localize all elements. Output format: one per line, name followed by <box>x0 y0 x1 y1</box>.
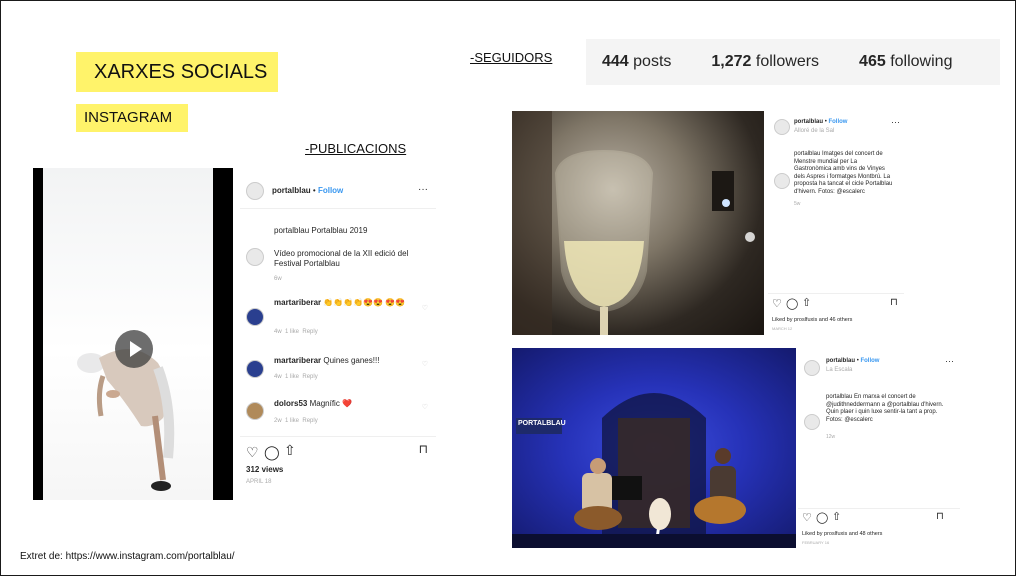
share-icon[interactable]: ⇧ <box>802 296 811 309</box>
play-button[interactable] <box>115 330 153 368</box>
profile-stats: 444 posts 1,272 followers 465 following <box>586 39 1000 85</box>
comment3-reply[interactable]: Reply <box>302 418 317 424</box>
caption-avatar <box>804 414 820 430</box>
more-options-icon[interactable]: ··· <box>945 356 954 366</box>
post3-follow-button[interactable]: Follow <box>860 358 879 364</box>
comment2-meta: 4w 1 like Reply <box>274 374 318 380</box>
publicacions-label: -PUBLICACIONS <box>305 141 407 156</box>
post3-date: FEBRUARY 16 <box>802 540 830 545</box>
heart-icon[interactable]: ♡ <box>802 511 812 524</box>
post2-panel: portalblau • Follow Alloré de la Sal ···… <box>768 111 964 335</box>
post2-username[interactable]: portalblau <box>794 119 823 125</box>
comment3-meta: 2w 1 like Reply <box>274 418 318 424</box>
caption-avatar <box>246 248 264 266</box>
source-note: Extret de: https://www.instagram.com/por… <box>20 551 235 562</box>
comment1-avatar[interactable] <box>246 308 264 326</box>
wine-glass-image <box>512 111 755 335</box>
post3-avatar[interactable] <box>804 360 820 376</box>
post1-video[interactable] <box>33 168 233 500</box>
concert-image <box>512 393 796 548</box>
post2-avatar[interactable] <box>774 119 790 135</box>
heart-icon[interactable]: ♡ <box>246 444 259 461</box>
post1-date: APRIL 18 <box>246 479 272 485</box>
post1-caption: Vídeo promocional de la XII edició del F… <box>274 249 409 268</box>
post1-caption-age: 6w <box>274 276 282 282</box>
caption-avatar <box>774 173 790 189</box>
post1-avatar[interactable] <box>246 182 264 200</box>
more-options-icon[interactable]: ··· <box>418 184 428 195</box>
post3-caption: portalblau En marxa el concert de @judit… <box>826 394 944 423</box>
post2-age: 5w <box>794 201 801 207</box>
slide-subtitle: INSTAGRAM <box>76 104 188 132</box>
post1-caption-title: portalblau Portalblau 2019 <box>274 226 368 235</box>
comment3: dolors53 Magnífic ❤️ <box>274 399 352 408</box>
post3-photo[interactable]: PORTALBLAU <box>512 348 796 548</box>
post3-location[interactable]: La Escala <box>826 367 852 373</box>
comment1-meta: 4w 1 like Reply <box>274 329 318 335</box>
divider <box>798 508 960 509</box>
comment-icon[interactable]: ◯ <box>264 444 280 461</box>
following-stat[interactable]: 465 following <box>859 53 952 71</box>
comment1: martariberar 👏👏👏👏😍😍 😍😍 <box>274 298 406 307</box>
post2-follow-button[interactable]: Follow <box>828 119 847 125</box>
post1-views: 312 views <box>246 465 284 474</box>
bookmark-icon[interactable]: ⊓ <box>936 511 944 522</box>
divider <box>240 208 436 209</box>
comment3-avatar[interactable] <box>246 402 264 420</box>
post3-username[interactable]: portalblau <box>826 358 855 364</box>
bookmark-icon[interactable]: ⊓ <box>419 442 428 456</box>
portalblau-banner: PORTALBLAU <box>518 420 566 427</box>
comment3-like-icon[interactable]: ♡ <box>422 403 428 411</box>
divider <box>768 293 904 294</box>
comment2: martariberar Quines ganes!!! <box>274 356 380 365</box>
post2-caption: portalblau Imatges del concert de Menstr… <box>794 151 893 195</box>
post1-panel: portalblau • Follow ··· portalblau Porta… <box>240 170 436 500</box>
share-icon[interactable]: ⇧ <box>832 510 841 523</box>
bookmark-icon[interactable]: ⊓ <box>890 297 898 308</box>
followers-stat[interactable]: 1,272 followers <box>711 53 819 71</box>
post2-location[interactable]: Alloré de la Sal <box>794 128 834 134</box>
post1-follow-button[interactable]: Follow <box>318 186 343 195</box>
post3-panel: portalblau • Follow La Escala ··· portal… <box>798 348 960 548</box>
post3-age: 12w <box>826 434 836 440</box>
post1-username[interactable]: portalblau <box>272 186 311 195</box>
share-icon[interactable]: ⇧ <box>284 442 296 459</box>
post1-header: portalblau • Follow ··· <box>240 180 436 202</box>
divider <box>240 436 436 437</box>
comment2-avatar[interactable] <box>246 360 264 378</box>
heart-icon[interactable]: ♡ <box>772 297 782 310</box>
posts-stat[interactable]: 444 posts <box>602 53 671 71</box>
comment1-reply[interactable]: Reply <box>302 329 317 335</box>
comment2-like-icon[interactable]: ♡ <box>422 360 428 368</box>
post2-photo[interactable] <box>512 111 764 335</box>
more-options-icon[interactable]: ··· <box>891 117 900 127</box>
comment1-like-icon[interactable]: ♡ <box>422 304 428 312</box>
post3-likes[interactable]: Liked by proslfuxis and 48 others <box>802 531 882 537</box>
comment-icon[interactable]: ◯ <box>786 297 798 310</box>
post2-date: MARCH 12 <box>772 326 793 331</box>
post2-likes[interactable]: Liked by proslfuxis and 46 others <box>772 317 852 323</box>
slide-title: XARXES SOCIALS <box>76 52 278 92</box>
comment-icon[interactable]: ◯ <box>816 511 828 524</box>
comment2-reply[interactable]: Reply <box>302 374 317 380</box>
seguidors-label: -SEGUIDORS <box>470 50 553 65</box>
